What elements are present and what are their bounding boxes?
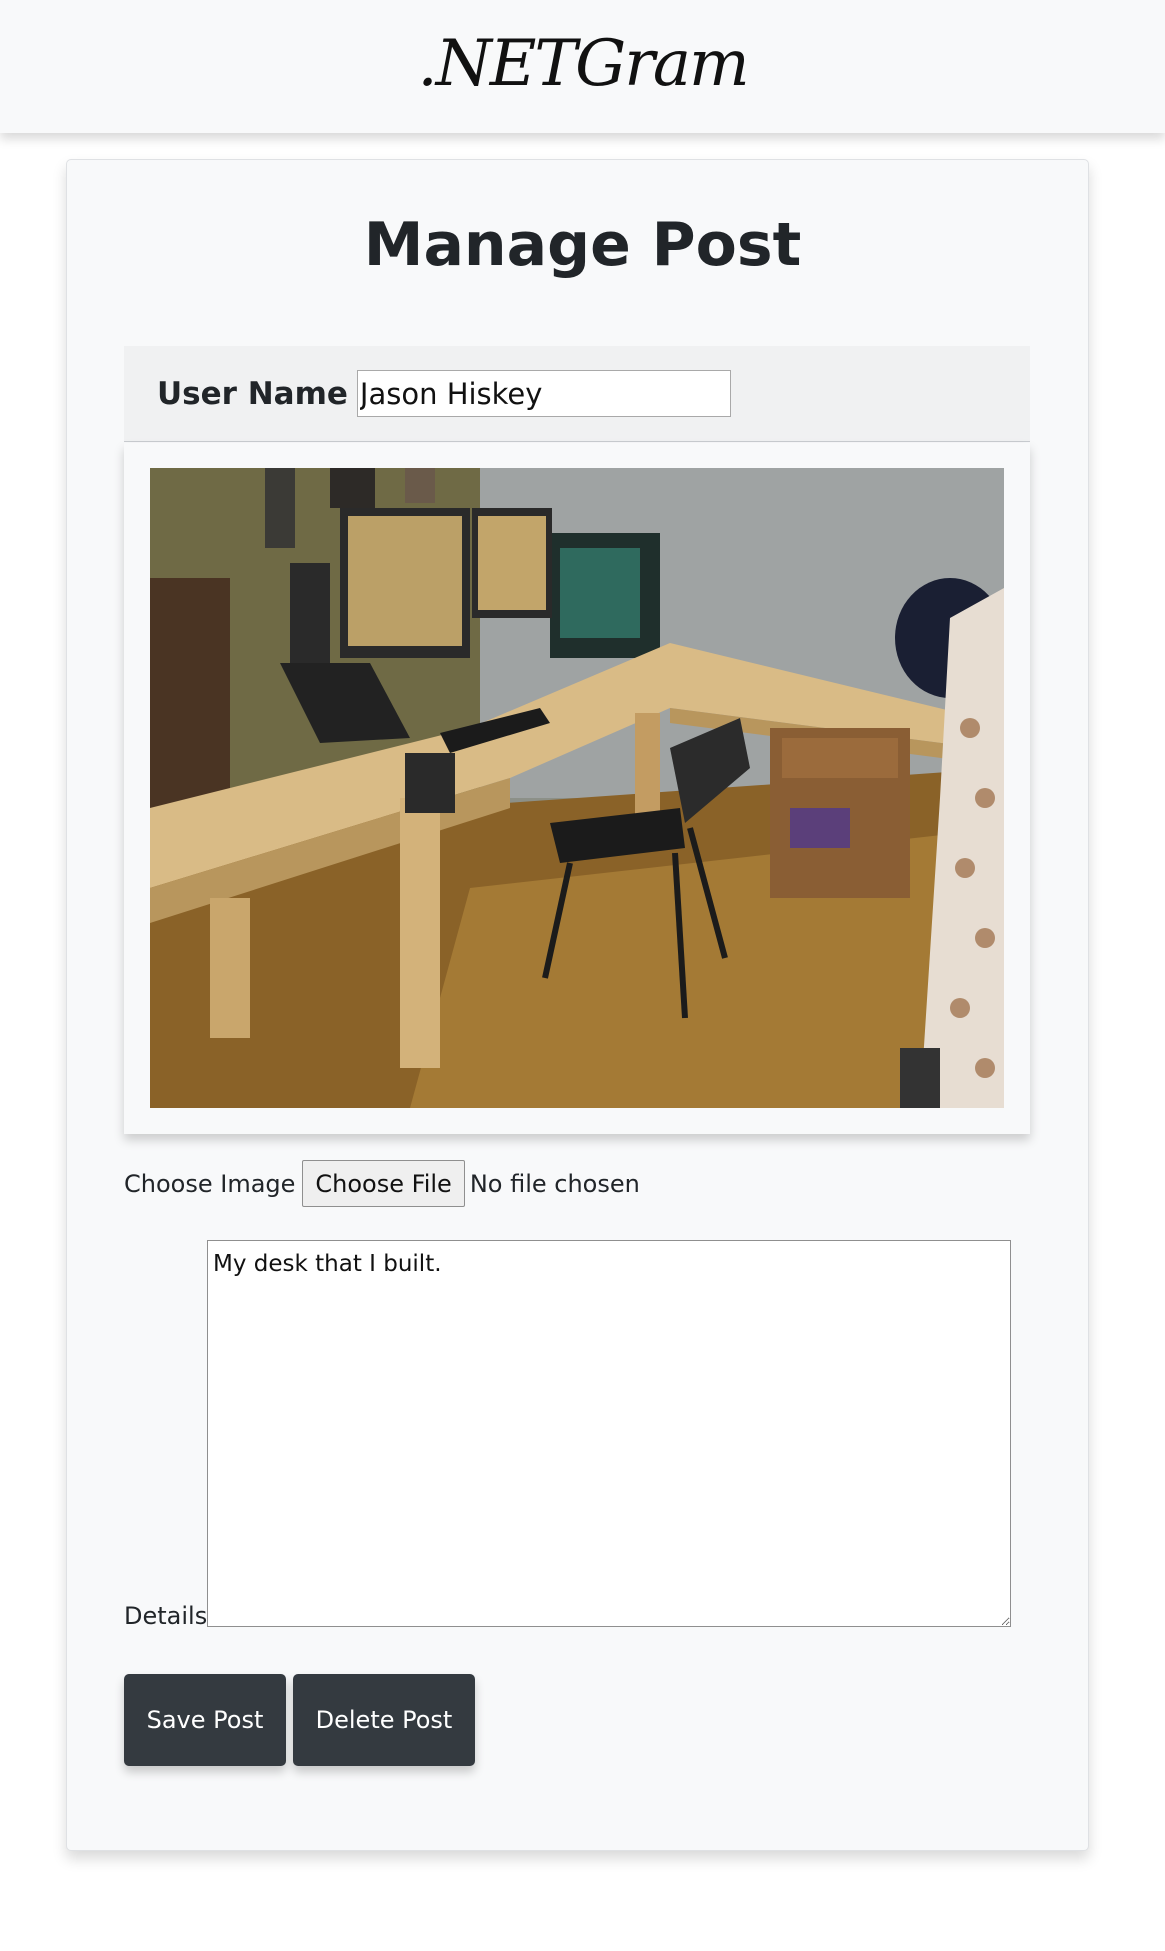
choose-file-button[interactable]: Choose File bbox=[302, 1160, 465, 1207]
details-textarea[interactable]: My desk that I built. bbox=[207, 1240, 1011, 1627]
file-status-text: No file chosen bbox=[469, 1169, 640, 1198]
post-image bbox=[150, 468, 1004, 1108]
page-title: Manage Post bbox=[363, 210, 802, 280]
post-image-card bbox=[124, 443, 1030, 1134]
choose-image-label: Choose Image bbox=[124, 1169, 296, 1198]
details-label: Details bbox=[124, 1602, 208, 1630]
user-name-label: User Name bbox=[157, 375, 348, 412]
desk-photo-illustration bbox=[150, 468, 1004, 1108]
navbar: .NETGram bbox=[0, 0, 1165, 133]
save-post-button[interactable]: Save Post bbox=[124, 1674, 286, 1766]
brand-logo[interactable]: .NETGram bbox=[417, 27, 749, 101]
delete-post-button[interactable]: Delete Post bbox=[293, 1674, 475, 1766]
user-name-input[interactable] bbox=[356, 370, 731, 417]
user-name-row: User Name bbox=[124, 346, 1030, 442]
choose-image-row: Choose Image Choose File No file chosen bbox=[124, 1160, 640, 1207]
